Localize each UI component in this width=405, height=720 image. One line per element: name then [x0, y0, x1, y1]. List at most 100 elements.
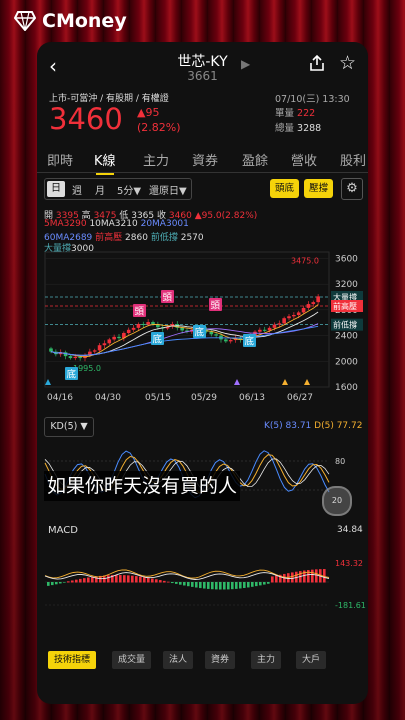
event-marker — [234, 379, 240, 385]
head-tag-text: 頭 — [211, 301, 221, 312]
candle-body — [277, 323, 282, 325]
indicator-tab-margin[interactable]: 資券 — [205, 651, 236, 669]
macd-bar — [247, 582, 250, 588]
macd-bar — [179, 582, 182, 585]
indicator-tab-main-force[interactable]: 主力 — [251, 651, 282, 669]
candle-body — [228, 340, 233, 342]
macd-bar — [71, 580, 74, 583]
diamond-icon — [14, 11, 36, 31]
macd-bar — [151, 578, 154, 583]
candle-body — [209, 331, 214, 335]
indicator-tab-volume[interactable]: 成交量 — [112, 651, 152, 669]
kd-selector[interactable]: KD(5) ▼ — [44, 417, 94, 437]
candle-body — [68, 356, 73, 359]
candle-body — [180, 327, 184, 331]
macd-bar — [275, 575, 278, 583]
candle-body — [112, 336, 116, 340]
macd-bar — [231, 582, 234, 590]
macd-bar — [155, 579, 158, 583]
brand-name: CMoney — [42, 10, 127, 32]
indicator-tab-big-holder[interactable]: 大戶 — [296, 651, 327, 669]
macd-bar — [127, 575, 130, 583]
macd-bar — [83, 578, 86, 583]
app-window: ‹ 世芯-KY 3661 ▶ ☆ 上市-可當沖 / 有股期 / 有權證 3460… — [37, 42, 368, 704]
ma5-line — [50, 304, 319, 358]
macd-bar — [243, 582, 246, 588]
date-tick-label: 04/30 — [95, 393, 121, 403]
candle-body — [141, 324, 146, 325]
bottom-tag-text: 底 — [67, 369, 77, 381]
candle-body — [107, 339, 112, 344]
macd-bar — [147, 577, 150, 583]
macd-label: MACD — [48, 525, 78, 536]
macd-bar — [51, 582, 54, 586]
candle-body — [316, 296, 320, 303]
macd-bar — [235, 582, 238, 589]
date-tick-label: 05/29 — [191, 393, 217, 403]
candle-body — [224, 339, 228, 342]
dif-line — [44, 569, 330, 579]
macd-bar — [143, 577, 146, 583]
indicator-tab-institutional[interactable]: 法人 — [163, 651, 194, 669]
macd-bar — [191, 582, 194, 587]
macd-bar — [63, 582, 66, 583]
macd-bar — [251, 582, 254, 587]
date-tick-label: 05/15 — [145, 393, 171, 403]
macd-bar — [239, 582, 242, 589]
candle-body — [292, 315, 296, 317]
macd-bar — [123, 575, 126, 583]
macd-bar — [263, 582, 266, 585]
brand-logo: CMoney — [14, 10, 127, 32]
macd-bar — [87, 577, 90, 583]
macd-bar — [203, 582, 206, 589]
candle-body — [97, 345, 102, 351]
macd-bar — [55, 582, 58, 585]
candle-body — [49, 348, 53, 352]
date-tick-label: 06/27 — [287, 393, 313, 403]
candle-body — [146, 322, 150, 325]
price-tick-label: 1600 — [335, 383, 358, 393]
macd-bar — [119, 575, 122, 583]
macd-bar — [207, 582, 210, 589]
macd-bar — [59, 582, 62, 584]
macd-bar — [311, 569, 314, 583]
candle-body — [272, 324, 277, 328]
macd-bar — [227, 582, 230, 590]
macd-bar — [67, 581, 70, 583]
candle-body — [262, 329, 267, 331]
floating-button[interactable]: 20 — [322, 486, 352, 516]
event-marker — [45, 379, 51, 385]
macd-bar — [287, 573, 290, 583]
macd-bar — [115, 575, 118, 583]
kd-values: K(5) 83.71 D(5) 77.72 — [264, 421, 363, 431]
price-tick-label: 3200 — [335, 280, 358, 290]
indicator-tab-technical[interactable]: 技術指標 — [48, 651, 97, 669]
macd-bar — [195, 582, 198, 588]
head-tag-text: 頭 — [135, 307, 145, 318]
candle-body — [151, 322, 155, 324]
macd-bar — [135, 576, 138, 583]
date-tick-label: 04/16 — [47, 393, 73, 403]
event-marker — [282, 379, 288, 385]
macd-bar — [183, 582, 186, 586]
macd-bar — [47, 582, 50, 586]
macd-bar — [267, 582, 270, 584]
event-marker — [304, 379, 310, 385]
macd-axis-bottom: -181.61 — [335, 601, 366, 610]
ma60-line — [50, 325, 319, 356]
candle-body — [306, 304, 311, 308]
macd-bar — [187, 582, 190, 587]
candle-body — [214, 334, 218, 336]
macd-bar — [255, 582, 258, 587]
kd-axis-80: 80 — [335, 457, 345, 466]
price-tick-label: 3600 — [335, 254, 358, 264]
candle-body — [301, 307, 306, 313]
macd-bar — [211, 582, 214, 590]
macd-bar — [139, 576, 142, 583]
candle-body — [126, 329, 131, 333]
kline-chart[interactable]: 360032002800240020001600大量撐前高壓前低撐3475.01… — [37, 42, 368, 642]
bottom-tag-text: 底 — [195, 327, 205, 339]
high-mark-label: 3475.0 — [291, 257, 319, 266]
macd-bar — [107, 575, 110, 583]
candle-body — [73, 356, 78, 359]
